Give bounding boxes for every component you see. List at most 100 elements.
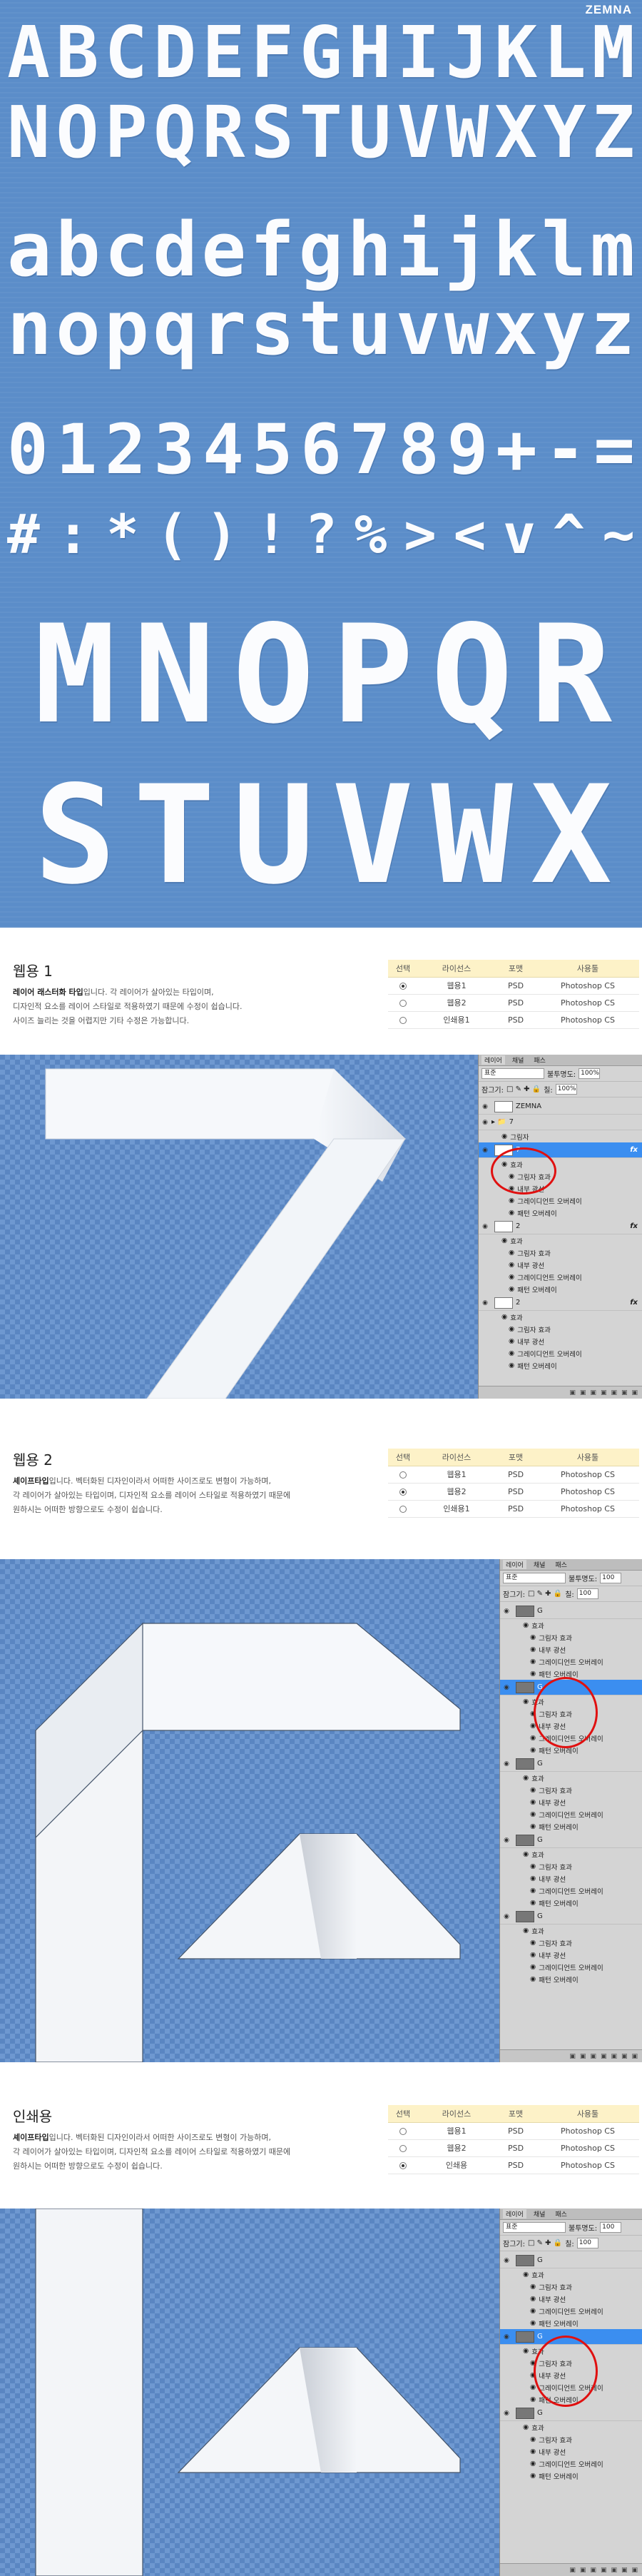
visibility-eye-icon[interactable]: ◉ — [479, 1119, 491, 1126]
layer-row[interactable]: ◉ G — [500, 2253, 642, 2268]
tab-1[interactable]: 채널 — [509, 1055, 527, 1065]
mask-icon[interactable]: ▣ — [590, 2567, 596, 2574]
effect-eye-icon[interactable]: ◉ — [530, 1722, 536, 1730]
layer-row[interactable]: ◉ 그림자 — [479, 1130, 642, 1142]
lock-icons[interactable]: □ ✎ ✚ 🔒 — [528, 2239, 562, 2247]
new-layer-icon[interactable]: ▣ — [621, 2567, 628, 2574]
effect-eye-icon[interactable]: ◉ — [530, 2383, 536, 2391]
effect-eye-icon[interactable]: ◉ — [530, 2307, 536, 2315]
layer-row[interactable]: ◉ G — [500, 1603, 642, 1619]
folder-new-icon[interactable]: ▣ — [611, 2567, 617, 2574]
effect-eye-icon[interactable]: ◉ — [523, 1774, 529, 1782]
effect-eye-icon[interactable]: ◉ — [509, 1209, 514, 1217]
trash-icon[interactable]: ▣ — [631, 2567, 638, 2574]
layer-row[interactable]: ◉ ZEMNA — [479, 1099, 642, 1115]
layer-row[interactable]: ◉ 효과 — [500, 2268, 642, 2281]
layer-row[interactable]: ◉ 그레이디언트 오버레이 — [500, 1961, 642, 1973]
effect-eye-icon[interactable]: ◉ — [530, 1822, 536, 1830]
layer-row[interactable]: ◉ 내부 광선 — [500, 1949, 642, 1961]
effect-eye-icon[interactable]: ◉ — [501, 1160, 507, 1168]
mask-icon[interactable]: ▣ — [590, 1389, 596, 1396]
layer-row[interactable]: ◉ 패턴 오버레이 — [500, 1897, 642, 1909]
layer-row[interactable]: ◉ G — [500, 2405, 642, 2421]
effect-eye-icon[interactable]: ◉ — [530, 2472, 536, 2480]
effect-eye-icon[interactable]: ◉ — [523, 1927, 529, 1934]
effect-eye-icon[interactable]: ◉ — [530, 1670, 536, 1678]
fill-input[interactable]: 100 — [576, 2238, 598, 2248]
layer-row[interactable]: ◉ G — [500, 2329, 642, 2345]
visibility-eye-icon[interactable]: ◉ — [479, 1147, 491, 1154]
layer-row[interactable]: ◉ 그림자 효과 — [500, 1631, 642, 1643]
license-radio[interactable] — [399, 2144, 407, 2152]
layer-row[interactable]: ◉ 그레이디언트 오버레이 — [479, 1195, 642, 1207]
effect-eye-icon[interactable]: ◉ — [530, 1710, 536, 1718]
effect-eye-icon[interactable]: ◉ — [530, 1633, 536, 1641]
adjustment-icon[interactable]: ▣ — [601, 1389, 607, 1396]
visibility-eye-icon[interactable]: ◉ — [500, 2410, 513, 2417]
effect-eye-icon[interactable]: ◉ — [530, 1875, 536, 1882]
trash-icon[interactable]: ▣ — [631, 1389, 638, 1396]
layer-row[interactable]: ◉ 효과 — [500, 1925, 642, 1937]
effect-eye-icon[interactable]: ◉ — [530, 1734, 536, 1742]
visibility-eye-icon[interactable]: ◉ — [500, 1913, 513, 1920]
visibility-eye-icon[interactable]: ◉ — [479, 1223, 491, 1230]
license-radio[interactable] — [399, 1016, 407, 1024]
fx-menu-icon[interactable]: ▣ — [580, 2053, 586, 2060]
lock-icons[interactable]: □ ✎ ✚ 🔒 — [506, 1085, 541, 1093]
layer-row[interactable]: ◉ 그림자 효과 — [500, 1784, 642, 1796]
layer-row[interactable]: ◉ 그레이디언트 오버레이 — [479, 1271, 642, 1283]
visibility-eye-icon[interactable]: ◉ — [479, 1299, 491, 1307]
link-icon[interactable]: ▣ — [569, 2053, 576, 2060]
effect-eye-icon[interactable]: ◉ — [523, 1621, 529, 1629]
layer-row[interactable]: ◉ G — [500, 1680, 642, 1695]
layer-row[interactable]: ◉ 효과 — [500, 1848, 642, 1860]
layer-row[interactable]: ◉ 내부 광선 — [479, 1259, 642, 1271]
effect-eye-icon[interactable]: ◉ — [530, 2371, 536, 2379]
license-radio[interactable] — [399, 1471, 407, 1479]
license-radio[interactable] — [399, 2161, 407, 2169]
layer-row[interactable]: ◉ 내부 광선 — [500, 1720, 642, 1732]
effect-eye-icon[interactable]: ◉ — [530, 1658, 536, 1665]
layer-row[interactable]: ◉ 2 fx — [479, 1295, 642, 1311]
folder-new-icon[interactable]: ▣ — [611, 1389, 617, 1396]
effect-eye-icon[interactable]: ◉ — [523, 1698, 529, 1705]
layer-row[interactable]: ◉ 효과 — [500, 1619, 642, 1631]
blend-mode-select[interactable]: 표준 — [503, 2222, 566, 2233]
effect-eye-icon[interactable]: ◉ — [530, 1646, 536, 1653]
fx-menu-icon[interactable]: ▣ — [580, 1389, 586, 1396]
effect-eye-icon[interactable]: ◉ — [530, 1951, 536, 1959]
blend-mode-select[interactable]: 표준 — [482, 1068, 544, 1079]
layer-row[interactable]: ◉ 패턴 오버레이 — [500, 2317, 642, 2329]
layer-row[interactable]: ◉ 내부 광선 — [500, 2369, 642, 2381]
effect-eye-icon[interactable]: ◉ — [501, 1237, 507, 1244]
layer-row[interactable]: ◉ 그레이디언트 오버레이 — [500, 1732, 642, 1744]
tab-2[interactable]: 패스 — [552, 1560, 570, 1569]
visibility-eye-icon[interactable]: ◉ — [500, 2333, 513, 2341]
tab-0[interactable]: 레이어 — [482, 1055, 505, 1065]
tab-2[interactable]: 패스 — [552, 2209, 570, 2218]
layer-row[interactable]: ◉ 그림자 효과 — [500, 2357, 642, 2369]
effect-eye-icon[interactable]: ◉ — [509, 1249, 514, 1257]
license-radio[interactable] — [399, 2127, 407, 2135]
layer-row[interactable]: ◉ 효과 — [479, 1234, 642, 1247]
layer-row[interactable]: ◉ 내부 광선 — [500, 1643, 642, 1655]
fill-input[interactable]: 100 — [576, 1588, 598, 1599]
new-layer-icon[interactable]: ▣ — [621, 2053, 628, 2060]
tab-0[interactable]: 레이어 — [503, 2209, 526, 2218]
layer-row[interactable]: ◉ 패턴 오버레이 — [500, 2470, 642, 2482]
effect-eye-icon[interactable]: ◉ — [523, 2271, 529, 2278]
layer-row[interactable]: ◉ 그림자 효과 — [500, 1937, 642, 1949]
layer-row[interactable]: ◉ 내부 광선 — [500, 1872, 642, 1885]
layer-row[interactable]: ◉ 패턴 오버레이 — [500, 1820, 642, 1832]
layer-row[interactable]: ◉ 그레이디언트 오버레이 — [500, 1808, 642, 1820]
layer-row[interactable]: ◉ 그림자 효과 — [479, 1170, 642, 1182]
visibility-eye-icon[interactable]: ◉ — [500, 1684, 513, 1691]
layer-row[interactable]: ◉ 2 fx — [479, 1219, 642, 1234]
opacity-input[interactable]: 100 — [600, 1573, 622, 1583]
effect-eye-icon[interactable]: ◉ — [509, 1361, 514, 1369]
visibility-eye-icon[interactable]: ◉ — [500, 2257, 513, 2264]
layer-row[interactable]: ◉ 그레이디언트 오버레이 — [500, 2305, 642, 2317]
fx-icon[interactable]: fx — [630, 1146, 638, 1154]
effect-eye-icon[interactable]: ◉ — [501, 1132, 507, 1140]
layer-row[interactable]: ◉ 효과 — [500, 2421, 642, 2433]
